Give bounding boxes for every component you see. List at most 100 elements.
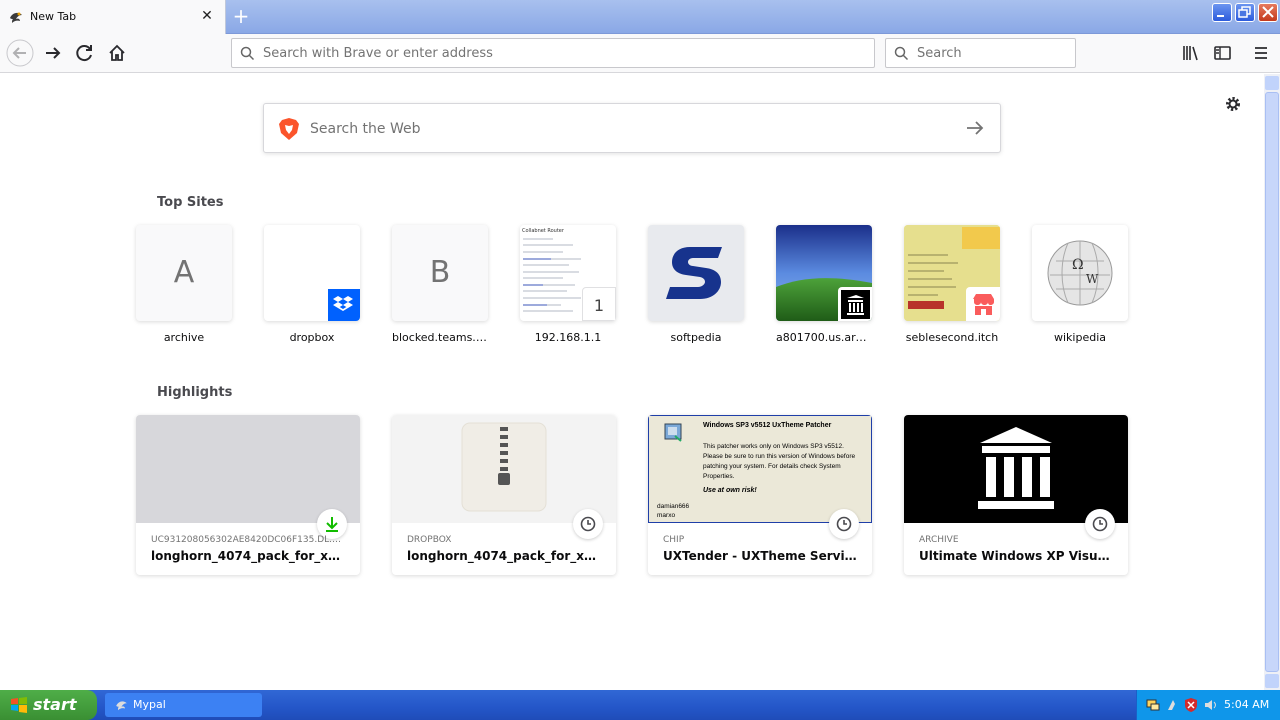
top-site-blocked-teams[interactable]: B blocked.teams.clo... [392,225,488,344]
reload-button[interactable] [70,38,100,68]
highlight-card[interactable]: UC931208056302AE8420DC06F135.DL.DRO... l… [136,415,360,575]
taskbar-item-mypal[interactable]: Mypal [105,693,262,717]
highlight-title: Ultimate Windows XP Visual The... [919,549,1113,563]
top-site-archive-mirror[interactable]: a801700.us.archi... [776,225,872,344]
library-button[interactable] [1176,38,1206,68]
highlight-thumbnail [392,415,616,523]
menu-button[interactable] [1246,38,1276,68]
highlights-heading: Highlights [157,385,233,400]
home-button[interactable] [102,38,132,68]
network-icon[interactable] [1145,697,1161,713]
top-sites-heading: Top Sites [157,195,224,210]
highlight-thumbnail [136,415,360,523]
sidebar-toggle-button[interactable] [1207,38,1237,68]
taskbar: start Mypal 5:04 AM [0,690,1280,720]
wikipedia-globe-icon: Ω W [1047,240,1113,306]
top-site-archive[interactable]: A archive [136,225,232,344]
top-site-label: blocked.teams.clo... [392,331,488,344]
search-placeholder: Search [917,46,962,61]
top-site-tile[interactable] [776,225,872,321]
highlight-source: ARCHIVE [919,535,959,545]
top-site-itch[interactable]: seblesecond.itch [904,225,1000,344]
web-search-placeholder: Search the Web [310,121,421,137]
navigation-toolbar: Search with Brave or enter address Searc… [0,34,1280,73]
top-site-label: dropbox [289,331,335,344]
top-site-tile[interactable]: Ω W [1032,225,1128,321]
highlight-card[interactable]: Windows SP3 v5512 UxTheme Patcher This p… [648,415,872,575]
svg-text:Ω: Ω [1072,257,1084,273]
volume-icon[interactable] [1203,697,1219,713]
search-icon [240,46,255,65]
svg-text:W: W [1086,272,1099,286]
back-button[interactable] [5,38,35,68]
top-site-router[interactable]: Collabnet Router 1 192.168.1.1 [520,225,616,344]
tab-close-icon[interactable]: ✕ [199,8,215,24]
top-site-label: 192.168.1.1 [534,331,602,344]
highlight-thumbnail [904,415,1128,523]
security-shield-icon[interactable] [1183,697,1199,713]
address-bar[interactable]: Search with Brave or enter address [231,38,875,68]
top-site-label: seblesecond.itch [905,331,999,344]
top-site-label: softpedia [670,331,722,344]
mypal-icon [116,701,127,711]
vertical-scrollbar[interactable] [1264,74,1280,690]
top-site-softpedia[interactable]: softpedia [648,225,744,344]
scroll-up-button[interactable] [1265,76,1279,90]
patcher-heading: Windows SP3 v5512 UxTheme Patcher [703,422,832,429]
top-site-label: archive [163,331,205,344]
top-site-tile[interactable] [904,225,1000,321]
top-site-tile[interactable]: Collabnet Router 1 [520,225,616,321]
highlight-card[interactable]: ARCHIVE Ultimate Windows XP Visual The..… [904,415,1128,575]
search-icon [894,46,909,65]
search-bar[interactable]: Search [885,38,1076,68]
patcher-body: This patcher works only on Windows SP3 v… [703,443,856,480]
scroll-down-button[interactable] [1265,674,1279,688]
address-placeholder: Search with Brave or enter address [263,46,493,61]
router-badge: 1 [582,287,616,321]
restore-button[interactable] [1235,3,1255,22]
start-label: start [33,695,77,714]
top-site-wikipedia[interactable]: Ω W wikipedia [1032,225,1128,344]
tab-new-tab[interactable]: New Tab ✕ [0,0,226,34]
tile-letter: B [429,255,451,290]
tray-app-icon[interactable] [1165,697,1181,713]
forward-button[interactable] [38,38,68,68]
top-site-tile[interactable] [648,225,744,321]
close-window-button[interactable] [1258,3,1278,22]
patcher-credits: damian666 marxo [657,503,690,519]
web-search-box[interactable]: Search the Web [263,103,1001,153]
system-tray: 5:04 AM [1136,690,1280,720]
softpedia-logo-icon [666,247,722,299]
new-tab-page: Search the Web Top Sites A archive dropb… [0,74,1264,690]
archive-icon [978,427,1054,509]
zip-file-icon [461,422,547,512]
highlight-source: CHIP [663,535,685,545]
scrollbar-thumb[interactable] [1265,92,1279,672]
minimize-button[interactable] [1212,3,1232,22]
new-tab-button[interactable]: + [228,5,254,29]
windows-logo-icon [11,697,27,713]
highlight-card[interactable]: DROPBOX longhorn_4074_pack_for_xp_v2_... [392,415,616,575]
dropbox-icon [326,287,360,321]
top-site-tile[interactable]: B [392,225,488,321]
taskbar-item-label: Mypal [133,698,166,711]
tab-title: New Tab [30,10,77,23]
brave-logo-icon [278,117,300,145]
highlight-source: UC931208056302AE8420DC06F135.DL.DRO... [151,535,345,545]
itch-icon [966,287,1000,321]
start-button[interactable]: start [0,690,97,720]
highlight-title: longhorn_4074_pack_for_xp_v2_... [151,549,345,563]
highlight-thumbnail: Windows SP3 v5512 UxTheme Patcher This p… [648,415,872,523]
highlight-title: longhorn_4074_pack_for_xp_v2_... [407,549,601,563]
top-site-dropbox[interactable]: dropbox [264,225,360,344]
title-bar: New Tab ✕ + [0,0,1280,34]
top-site-tile[interactable]: A [136,225,232,321]
arrow-right-icon[interactable] [964,118,986,142]
patcher-warning: Use at own risk! [703,487,757,494]
archive-icon [838,287,872,321]
top-site-label: wikipedia [1053,331,1106,344]
system-clock: 5:04 AM [1224,698,1270,711]
highlight-source: DROPBOX [407,535,452,545]
top-site-tile[interactable] [264,225,360,321]
gear-icon[interactable] [1224,95,1242,113]
